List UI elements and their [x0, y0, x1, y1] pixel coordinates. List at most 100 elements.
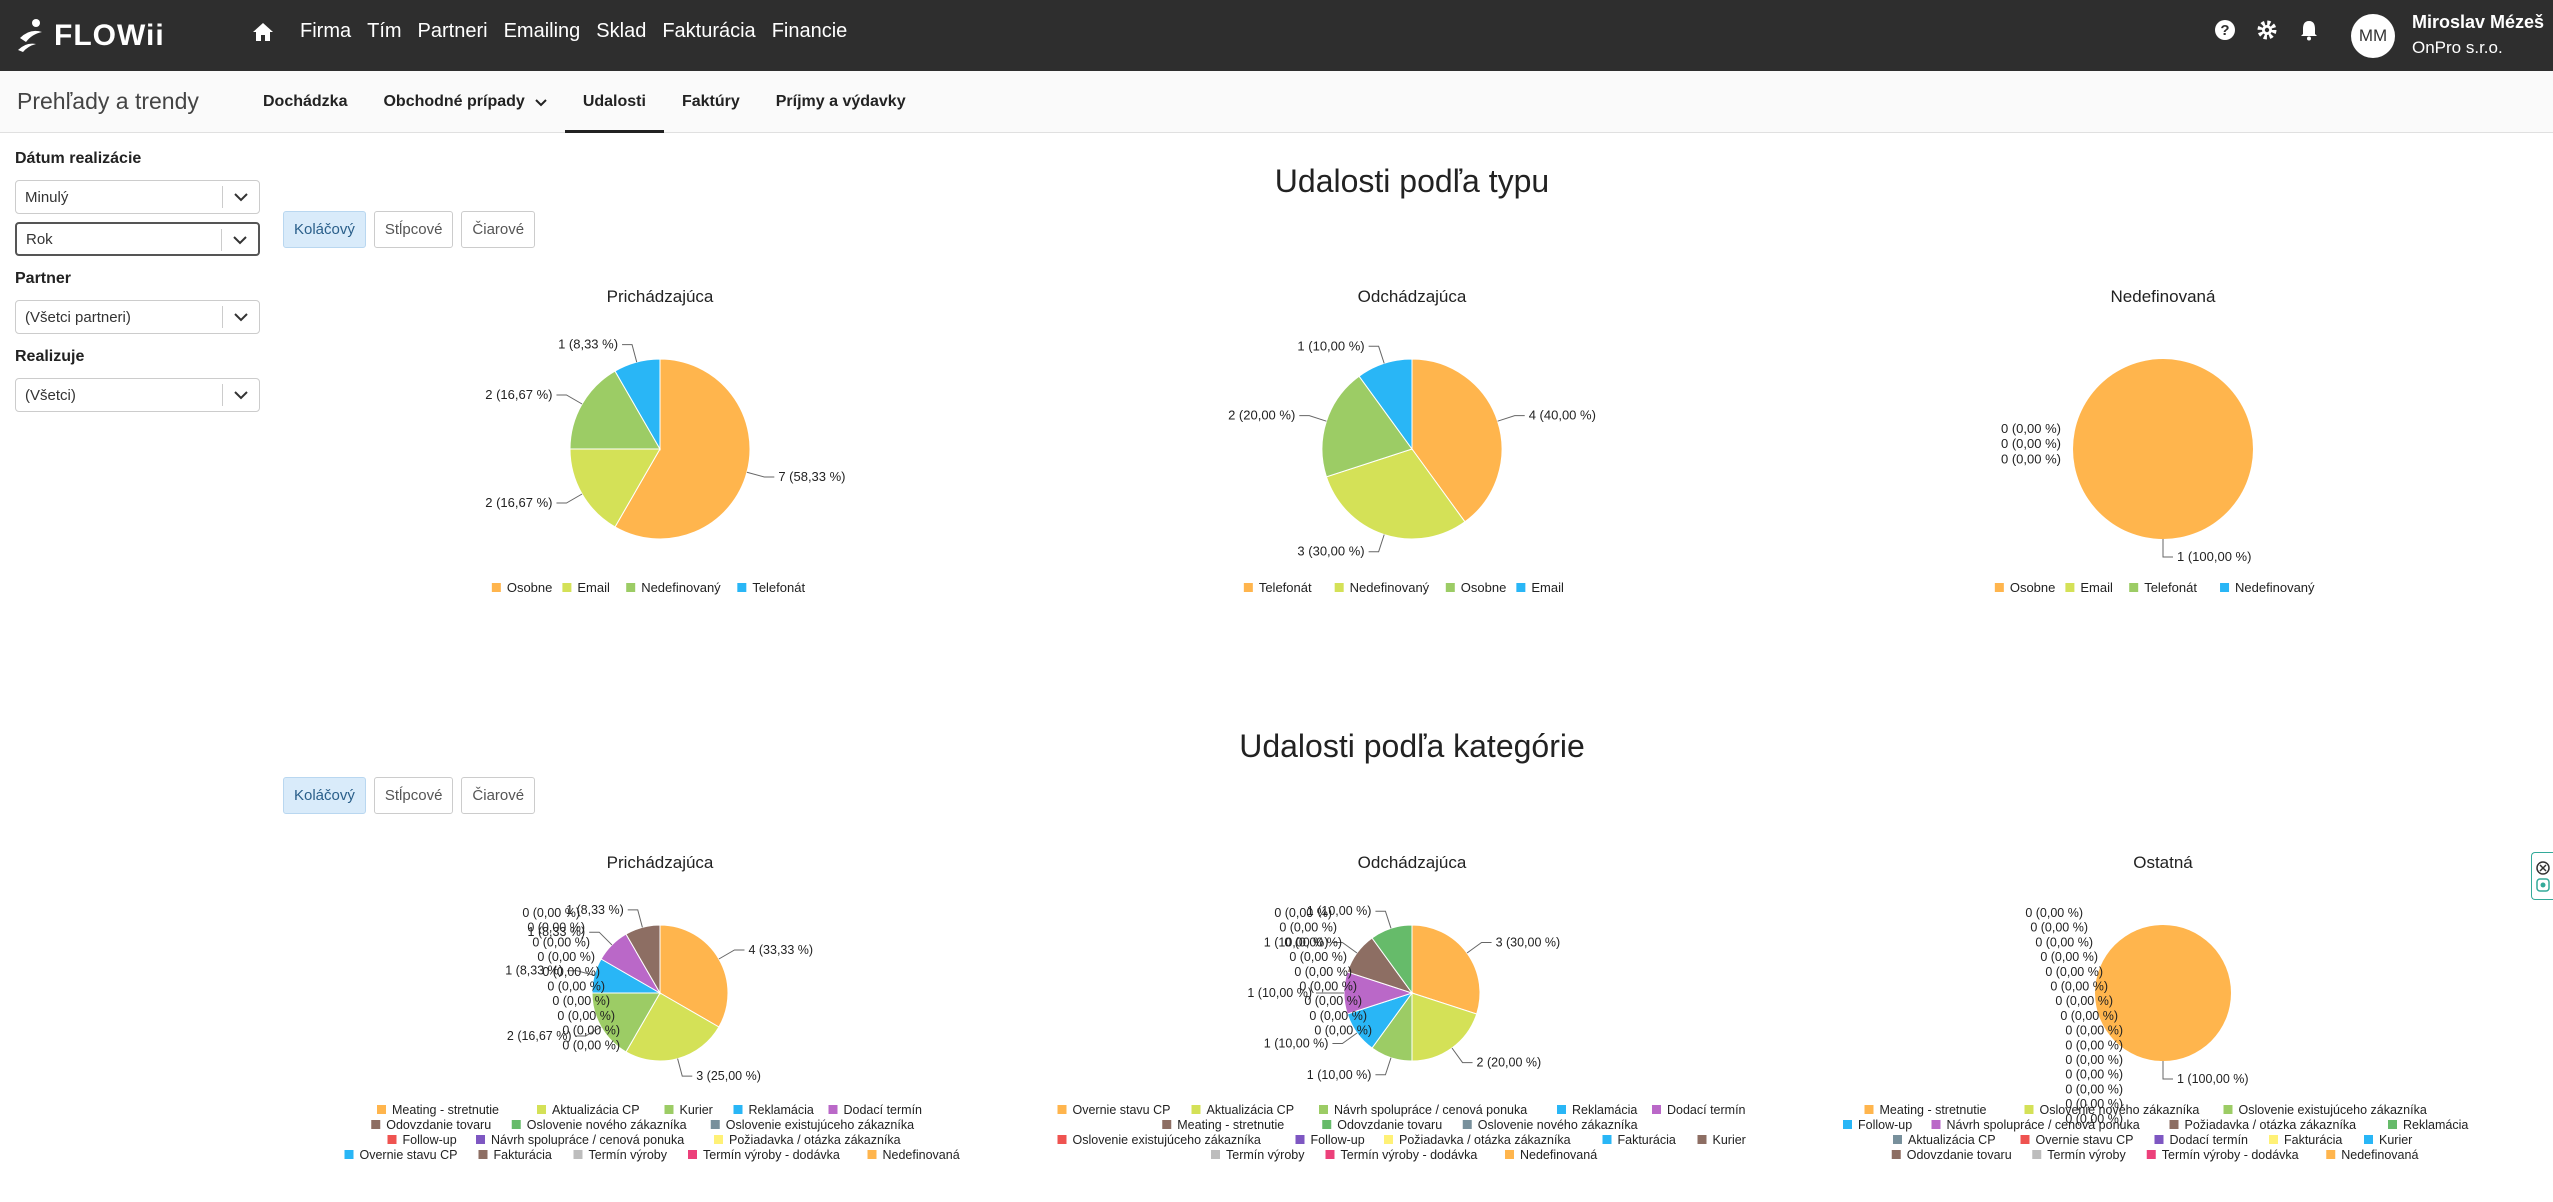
legend-item[interactable]: Osobne	[1461, 580, 1507, 595]
legend-item[interactable]: Aktualizácia CP	[552, 1103, 640, 1117]
pie-slice[interactable]	[625, 924, 661, 995]
bar-chart-button[interactable]: Stĺpcové	[373, 777, 454, 814]
legend-item[interactable]: Overnie stavu CP	[360, 1148, 458, 1162]
legend-item[interactable]: Termín výroby	[2047, 1148, 2126, 1162]
legend-item[interactable]: Termín výroby - dodávka	[703, 1148, 840, 1162]
pie-slice[interactable]	[659, 924, 729, 1028]
legend-item[interactable]: Meating - stretnutie	[392, 1103, 499, 1117]
help-icon[interactable]: ?	[2214, 19, 2236, 41]
pie-slice[interactable]	[614, 358, 661, 451]
legend-item[interactable]: Osobne	[2010, 580, 2056, 595]
legend-item[interactable]: Odovzdanie tovaru	[386, 1118, 491, 1132]
pie-slice[interactable]	[1371, 924, 1413, 995]
pie-slice[interactable]	[1321, 375, 1413, 478]
pie-slice[interactable]	[569, 448, 661, 528]
legend-item[interactable]: Nedefinovaný	[1350, 580, 1430, 595]
date-unit-select[interactable]: Rok	[15, 222, 260, 256]
legend-item[interactable]: Nedefinovaný	[2235, 580, 2315, 595]
pie-slice[interactable]	[1411, 924, 1481, 1015]
legend-item[interactable]: Oslovenie existujúceho zákazníka	[726, 1118, 914, 1132]
pie-slice[interactable]	[614, 358, 751, 540]
avatar[interactable]: MM	[2351, 14, 2395, 58]
pie-slice[interactable]	[591, 958, 662, 994]
legend-item[interactable]: Oslovenie existujúceho zákazníka	[2239, 1103, 2427, 1117]
pie-slice[interactable]	[591, 992, 661, 1053]
legend-item[interactable]: Meating - stretnutie	[1177, 1118, 1284, 1132]
home-icon[interactable]	[252, 21, 274, 43]
legend-item[interactable]: Odovzdanie tovaru	[1337, 1118, 1442, 1132]
legend-item[interactable]: Fakturácia	[494, 1148, 552, 1162]
legend-item[interactable]: Dodací termín	[1667, 1103, 1746, 1117]
legend-item[interactable]: Návrh spolupráce / cenová ponuka	[1947, 1118, 2140, 1132]
legend-item[interactable]: Oslovenie nového zákazníka	[1478, 1118, 1638, 1132]
legend-item[interactable]: Návrh spolupráce / cenová ponuka	[1334, 1103, 1527, 1117]
nav-item-financie[interactable]: Financie	[772, 20, 848, 43]
legend-item[interactable]: Návrh spolupráce / cenová ponuka	[491, 1133, 684, 1147]
gear-icon[interactable]	[2256, 19, 2278, 41]
legend-item[interactable]: Telefonát	[1259, 580, 1312, 595]
legend-item[interactable]: Osobne	[507, 580, 553, 595]
nav-item-emailing[interactable]: Emailing	[504, 20, 581, 43]
line-chart-button[interactable]: Čiarové	[461, 777, 536, 814]
close-icon[interactable]	[2532, 853, 2552, 899]
side-feedback-widget[interactable]	[2531, 852, 2553, 900]
nav-item-fakturacia[interactable]: Fakturácia	[662, 20, 755, 43]
legend-item[interactable]: Follow-up	[1858, 1118, 1912, 1132]
nav-item-firma[interactable]: Firma	[300, 20, 351, 43]
pie-slice[interactable]	[1325, 448, 1466, 540]
legend-item[interactable]: Oslovenie nového zákazníka	[527, 1118, 687, 1132]
legend-item[interactable]: Odovzdanie tovaru	[1907, 1148, 2012, 1162]
date-period-select[interactable]: Minulý	[15, 180, 260, 214]
pie-slice[interactable]	[569, 370, 661, 450]
legend-item[interactable]: Overnie stavu CP	[1073, 1103, 1171, 1117]
pie-slice[interactable]	[1411, 992, 1478, 1062]
legend-item[interactable]: Dodací termín	[2170, 1133, 2249, 1147]
legend-item[interactable]: Termín výroby - dodávka	[1341, 1148, 1478, 1162]
tab-obchodne-pripady[interactable]: Obchodné prípady	[365, 71, 564, 133]
legend-item[interactable]: Email	[577, 580, 610, 595]
legend-item[interactable]: Požiadavka / otázka zákazníka	[729, 1133, 901, 1147]
legend-item[interactable]: Reklamácia	[2403, 1118, 2468, 1132]
line-chart-button[interactable]: Čiarové	[461, 211, 536, 248]
pie-slice[interactable]	[1411, 358, 1503, 523]
legend-item[interactable]: Aktualizácia CP	[1908, 1133, 1996, 1147]
pie-slice[interactable]	[1343, 971, 1414, 1015]
legend-item[interactable]: Reklamácia	[749, 1103, 814, 1117]
pie-slice[interactable]	[1358, 358, 1413, 451]
realization-select[interactable]: (Všetci)	[15, 378, 260, 412]
legend-item[interactable]: Termín výroby	[589, 1148, 668, 1162]
legend-item[interactable]: Termín výroby - dodávka	[2162, 1148, 2299, 1162]
pie-slice[interactable]	[1371, 991, 1413, 1062]
legend-item[interactable]: Email	[1531, 580, 1564, 595]
legend-item[interactable]: Dodací termín	[844, 1103, 923, 1117]
pie-chart-button[interactable]: Koláčový	[283, 777, 366, 814]
pie-slice[interactable]	[600, 933, 662, 995]
partner-select[interactable]: (Všetci partneri)	[15, 300, 260, 334]
nav-item-partneri[interactable]: Partneri	[418, 20, 488, 43]
legend-item[interactable]: Kurier	[680, 1103, 713, 1117]
legend-item[interactable]: Email	[2080, 580, 2113, 595]
legend-item[interactable]: Follow-up	[1311, 1133, 1365, 1147]
legend-item[interactable]: Meating - stretnutie	[1880, 1103, 1987, 1117]
legend-item[interactable]: Nedefinovaná	[883, 1148, 960, 1162]
legend-item[interactable]: Reklamácia	[1572, 1103, 1637, 1117]
pie-slice[interactable]	[1346, 937, 1414, 994]
bar-chart-button[interactable]: Stĺpcové	[373, 211, 454, 248]
pie-slice[interactable]	[2073, 359, 2253, 539]
legend-item[interactable]: Fakturácia	[2284, 1133, 2342, 1147]
legend-item[interactable]: Oslovenie existujúceho zákazníka	[1073, 1133, 1261, 1147]
tab-udalosti[interactable]: Udalosti	[564, 71, 665, 133]
tab-faktury[interactable]: Faktúry	[664, 71, 758, 133]
pie-chart-button[interactable]: Koláčový	[283, 211, 366, 248]
legend-item[interactable]: Fakturácia	[1618, 1133, 1676, 1147]
legend-item[interactable]: Kurier	[2379, 1133, 2412, 1147]
user-company[interactable]: OnPro s.r.o.	[2412, 38, 2503, 58]
legend-item[interactable]: Nedefinovaná	[2341, 1148, 2418, 1162]
legend-item[interactable]: Oslovenie nového zákazníka	[2040, 1103, 2200, 1117]
legend-item[interactable]: Kurier	[1713, 1133, 1746, 1147]
nav-item-tim[interactable]: Tím	[367, 20, 401, 43]
pie-slice[interactable]	[2095, 925, 2231, 1061]
legend-item[interactable]: Follow-up	[403, 1133, 457, 1147]
pie-slice[interactable]	[1346, 992, 1414, 1049]
legend-item[interactable]: Požiadavka / otázka zákazníka	[1399, 1133, 1571, 1147]
